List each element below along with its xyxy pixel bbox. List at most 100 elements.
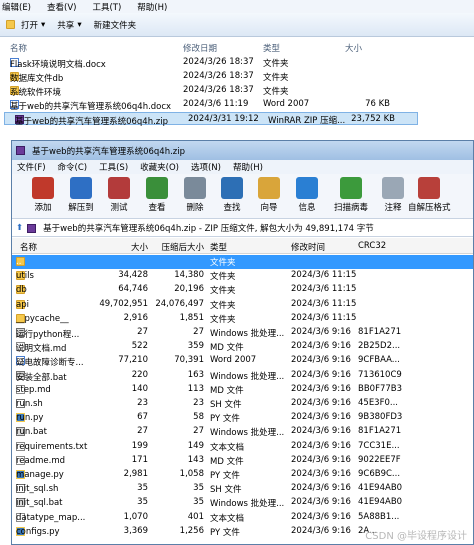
file-row[interactable]: 系统软件环境 2024/3/26 18:37 文件夹: [0, 84, 474, 98]
archive-row[interactable]: step.md 140 113 MD 文件 2024/3/6 9:16 BB0F77B3: [12, 383, 473, 397]
toolbar-delete-button[interactable]: 删除: [178, 177, 212, 217]
archive-type: 文件夹: [210, 272, 236, 283]
open-button[interactable]: 打开 ▾: [6, 19, 45, 31]
archive-size: 35: [137, 483, 148, 494]
archive-row[interactable]: utils 34,428 14,380 文件夹 2024/3/6 11:15: [12, 269, 473, 283]
file-row[interactable]: 数据库文件db 2024/3/26 18:37 文件夹: [0, 70, 474, 84]
menu-item[interactable]: 编辑(E): [2, 1, 31, 13]
menu-item[interactable]: 命令(C): [58, 161, 88, 173]
file-row[interactable]: 基于web的共享汽车管理系统06q4h.docx 2024/3/6 11:19 Wo…: [0, 98, 474, 112]
toolbar-add-button[interactable]: 添加: [26, 177, 60, 217]
up-arrow-icon[interactable]: ⬆: [16, 223, 23, 233]
file-row[interactable]: 基于web的共享汽车管理系统06q4h.zip 2024/3/31 19:12 Wi…: [4, 112, 418, 127]
archive-row[interactable]: datatype_map... 1,070 401 文本文档 2024/3/6 9:16…: [12, 511, 473, 525]
winrar-menu-bar: 文件(F) 命令(C) 工具(S) 收藏夹(O) 选项(N) 帮助(H): [12, 160, 473, 174]
column-crc[interactable]: CRC32: [358, 241, 386, 251]
archive-row[interactable]: 运行python程... 27 27 Windows 批处理... 2024/3/6 9…: [12, 326, 473, 340]
file-size: 76 KB: [365, 99, 390, 109]
menu-item[interactable]: 工具(T): [92, 1, 121, 13]
delete-icon: [184, 177, 206, 199]
winrar-app-icon: [16, 146, 25, 155]
archive-packed: 70,391: [174, 355, 204, 366]
menu-item[interactable]: 选项(N): [191, 161, 221, 173]
archive-row[interactable]: readme.md 171 143 MD 文件 2024/3/6 9:16 9022EE7…: [12, 454, 473, 468]
window-title: 基于web的共享汽车管理系统06q4h.zip: [32, 146, 186, 157]
menu-item[interactable]: 查看(V): [47, 1, 76, 13]
archive-row[interactable]: 安装全部.bat 220 163 Windows 批处理... 2024/3/6 9:1…: [12, 369, 473, 383]
archive-row[interactable]: .. 文件夹: [12, 255, 473, 270]
menu-item[interactable]: 帮助(H): [137, 1, 167, 13]
archive-row[interactable]: init_sql.sh 35 35 SH 文件 2024/3/6 9:16 41E94AB…: [12, 482, 473, 496]
archive-crc: 81F1A271: [358, 327, 402, 337]
file-name-text: 基于web的共享汽车管理系统06q4h.docx: [10, 102, 172, 112]
sfx-icon: [418, 177, 440, 199]
column-modified[interactable]: 修改时间: [291, 241, 325, 253]
winrar-title-bar: 基于web的共享汽车管理系统06q4h.zip: [12, 141, 473, 160]
file-modified: 2024/3/31 19:12: [188, 114, 259, 124]
archive-modified: 2024/3/6 11:15: [291, 270, 357, 281]
explorer-column-header: 名称 修改日期 类型 大小: [0, 40, 474, 54]
archive-row[interactable]: 说明文档.md 522 359 MD 文件 2024/3/6 9:16 2B25D2...: [12, 340, 473, 355]
archive-row[interactable]: requirements.txt 199 149 文本文档 2024/3/6 9:16 7…: [12, 440, 473, 454]
archive-size: 171: [131, 454, 148, 465]
menu-item[interactable]: 工具(S): [99, 161, 128, 173]
archive-type: 文件夹: [210, 258, 236, 268]
toolbar-extract-button[interactable]: 解压到: [64, 177, 98, 217]
menu-item[interactable]: 收藏夹(O): [140, 161, 179, 173]
archive-row[interactable]: manage.py 2,981 1,058 PY 文件 2024/3/6 9:16 9C6…: [12, 468, 473, 482]
file-row[interactable]: Flask环境说明文档.docx 2024/3/26 18:37 文件夹: [0, 56, 474, 70]
archive-packed: 1,851: [179, 312, 204, 323]
archive-row[interactable]: api 49,702,951 24,076,497 文件夹 2024/3/6 11:15: [12, 298, 473, 312]
toolbar-info-button[interactable]: 信息: [290, 177, 324, 217]
archive-row[interactable]: init_sql.bat 35 35 Windows 批处理... 2024/3/6 9…: [12, 496, 473, 510]
toolbar-wizard-button[interactable]: 向导: [252, 177, 286, 217]
archive-packed: 58: [193, 412, 204, 423]
archive-type: SH 文件: [210, 400, 242, 410]
column-size[interactable]: 大小: [345, 42, 362, 54]
archive-row[interactable]: run.py 67 58 PY 文件 2024/3/6 9:16 9B380FD3: [12, 411, 473, 425]
archive-name-text: run.py: [16, 413, 44, 424]
wizard-icon: [258, 177, 280, 199]
share-button[interactable]: 共享 ▾: [57, 19, 81, 31]
archive-type: 文件夹: [210, 286, 236, 297]
toolbar-virus-scan-button[interactable]: 扫描病毒: [330, 177, 372, 217]
archive-modified: 2024/3/6 9:16: [291, 369, 351, 380]
archive-type: PY 文件: [210, 471, 240, 481]
column-type[interactable]: 类型: [210, 241, 227, 253]
archive-crc: 9CFBAA...: [358, 355, 400, 366]
archive-size: 220: [131, 369, 148, 380]
extract-icon: [70, 177, 92, 199]
column-packed[interactable]: 压缩后大小: [154, 241, 204, 253]
archive-modified: 2024/3/6 11:15: [291, 284, 357, 295]
archive-packed: 27: [193, 426, 204, 437]
archive-row[interactable]: run.sh 23 23 SH 文件 2024/3/6 9:16 45E3F0...: [12, 397, 473, 411]
column-size[interactable]: 大小: [100, 241, 148, 253]
archive-row[interactable]: run.bat 27 27 Windows 批处理... 2024/3/6 9:16 81…: [12, 425, 473, 439]
menu-item[interactable]: 文件(F): [17, 161, 46, 173]
toolbar-find-button[interactable]: 查找: [215, 177, 249, 217]
new-folder-button[interactable]: 新建文件夹: [94, 19, 137, 31]
toolbar-sfx-button[interactable]: 自解压格式: [408, 177, 451, 217]
menu-item[interactable]: 帮助(H): [233, 161, 263, 173]
explorer-menu-bar: 编辑(E) 查看(V) 工具(T) 帮助(H): [0, 0, 474, 13]
archive-row[interactable]: db 64,746 20,196 文件夹 2024/3/6 11:15: [12, 283, 473, 297]
archive-modified: 2024/3/6 9:16: [291, 341, 351, 352]
archive-packed: 1,256: [179, 525, 204, 536]
archive-name-text: datatype_map...: [16, 512, 86, 523]
column-name[interactable]: 名称: [20, 241, 37, 253]
toolbar-view-button[interactable]: 查看: [140, 177, 174, 217]
archive-row[interactable]: __pycache__ 2,916 1,851 文件夹 2024/3/6 11:15: [12, 312, 473, 326]
archive-name-text: 说明文档.md: [16, 344, 67, 355]
archive-name-text: init_sql.sh: [16, 484, 59, 495]
column-name[interactable]: 名称: [10, 42, 27, 54]
column-modified[interactable]: 修改日期: [183, 42, 217, 54]
archive-modified: 2024/3/6 11:15: [291, 298, 357, 309]
toolbar-test-button[interactable]: 测试: [102, 177, 136, 217]
archive-packed: 20,196: [174, 284, 204, 295]
column-type[interactable]: 类型: [263, 42, 280, 54]
archive-packed: 1,058: [179, 469, 204, 479]
archive-crc: 9B380FD3: [358, 412, 403, 423]
winrar-window: 基于web的共享汽车管理系统06q4h.zip 文件(F) 命令(C) 工具(S) 收…: [11, 140, 474, 545]
archive-row[interactable]: 疑电故障诊断专... 77,210 70,391 Word 2007 2024/3/6 …: [12, 354, 473, 368]
archive-type: Windows 批处理...: [210, 329, 285, 339]
